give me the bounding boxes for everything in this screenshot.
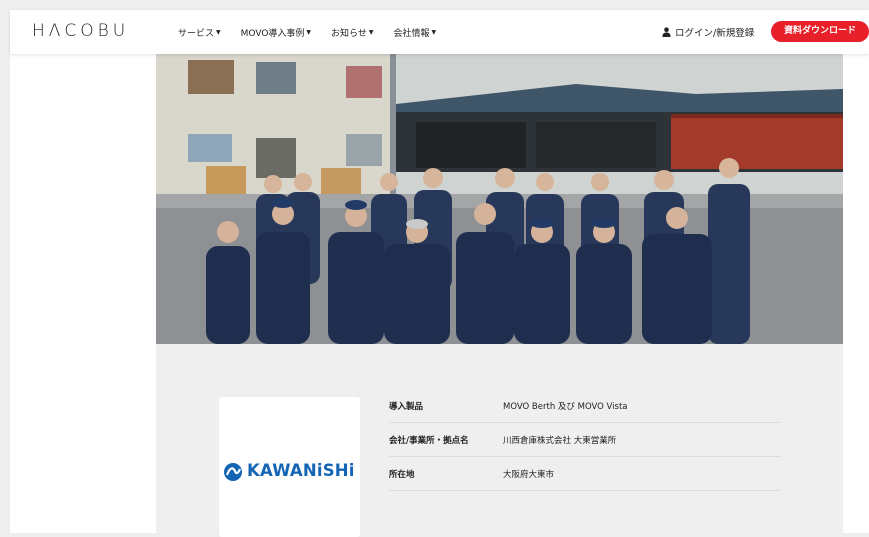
row-value: 大阪府大東市 [503,470,555,480]
download-button[interactable]: 資料ダウンロード [771,21,869,42]
company-logo: KAWANiSHi [223,461,357,483]
chevron-down-icon: ▼ [368,29,374,36]
main-nav: サービス ▼ MOVO導入事例 ▼ お知らせ ▼ 会社情報 ▼ [178,26,456,39]
company-logo-card: KAWANiSHi [219,397,360,537]
right-margin [843,54,869,533]
login-label: ログイン/新規登録 [675,28,755,39]
row-label: 会社/事業所・拠点名 [389,436,469,446]
case-info-panel: KAWANiSHi 導入製品 MOVO Berth 及び MOVO Vista … [156,344,843,537]
hacobu-logo[interactable]: HΛCOBU [32,21,129,41]
chevron-down-icon: ▼ [216,29,221,36]
company-logo-text: KAWANiSHi [247,461,355,480]
nav-label: MOVO導入事例 [240,29,305,39]
kawanishi-logo-icon [224,463,242,481]
login-link[interactable]: ログイン/新規登録 [662,25,754,39]
left-margin [10,54,156,533]
team-photo-illustration [156,54,843,344]
site-header: HΛCOBU サービス ▼ MOVO導入事例 ▼ お知らせ ▼ 会社情報 ▼ ログイン/… [10,10,869,54]
nav-item-news[interactable]: お知らせ ▼ [331,26,373,39]
nav-label: 会社情報 [393,29,430,39]
team-photo [156,54,843,344]
nav-item-cases[interactable]: MOVO導入事例 ▼ [241,26,311,39]
nav-item-company[interactable]: 会社情報 ▼ [394,26,437,39]
chevron-down-icon: ▼ [431,29,437,36]
row-value: 川西倉庫株式会社 大東営業所 [503,436,617,446]
nav-label: サービス [178,29,215,39]
info-row-location: 所在地 大阪府大東市 [389,456,781,491]
info-row-company: 会社/事業所・拠点名 川西倉庫株式会社 大東営業所 [389,422,781,457]
row-value: MOVO Berth 及び MOVO Vista [503,402,628,412]
user-icon [662,27,671,37]
info-row-product: 導入製品 MOVO Berth 及び MOVO Vista [389,388,781,423]
row-label: 所在地 [389,470,415,480]
nav-label: お知らせ [331,29,367,39]
row-label: 導入製品 [389,402,424,412]
nav-item-services[interactable]: サービス ▼ [178,26,221,39]
chevron-down-icon: ▼ [306,29,312,36]
